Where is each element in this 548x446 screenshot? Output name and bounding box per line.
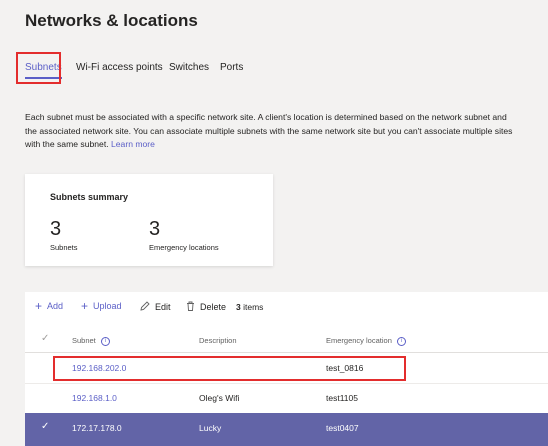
column-header-description[interactable]: Description: [199, 336, 237, 345]
pencil-icon: [140, 301, 150, 312]
column-header-emergency-location[interactable]: Emergency location i: [326, 336, 406, 346]
description-cell: Lucky: [199, 423, 222, 433]
select-all-checkmark-icon[interactable]: ✓: [41, 333, 49, 344]
emergency-locations-label: Emergency locations: [149, 243, 219, 252]
table-row[interactable]: 192.168.1.0 Oleg's Wifi test1105: [25, 383, 548, 414]
upload-label: Upload: [93, 301, 122, 311]
delete-button[interactable]: Delete: [186, 301, 226, 312]
subnets-stat: 3 Subnets: [50, 218, 78, 252]
items-count: 3 items: [236, 302, 263, 312]
description-text: Each subnet must be associated with a sp…: [25, 112, 513, 149]
table-header: ✓ Subnet i Description Emergency location…: [25, 324, 548, 353]
subnets-description: Each subnet must be associated with a sp…: [25, 111, 520, 152]
learn-more-link[interactable]: Learn more: [111, 139, 155, 149]
highlight-box-tab: [16, 52, 61, 84]
table-toolbar: + Add + Upload Edit Delete 3 items: [25, 292, 548, 324]
tab-wifi-access-points[interactable]: Wi-Fi access points: [76, 62, 163, 73]
edit-button[interactable]: Edit: [140, 301, 171, 312]
column-header-subnet[interactable]: Subnet i: [72, 336, 110, 346]
delete-label: Delete: [200, 301, 227, 312]
page-title: Networks & locations: [25, 11, 198, 30]
items-count-suffix: items: [243, 302, 264, 312]
info-icon[interactable]: i: [396, 336, 406, 346]
info-icon[interactable]: i: [100, 336, 110, 346]
trash-icon: [186, 301, 195, 312]
summary-title: Subnets summary: [50, 192, 129, 202]
tab-ports[interactable]: Ports: [220, 62, 243, 73]
add-button[interactable]: + Add: [35, 299, 64, 313]
column-header-emergency-location-label: Emergency location: [326, 336, 392, 345]
plus-icon: +: [81, 299, 89, 313]
emergency-locations-count: 3: [149, 218, 161, 240]
subnet-cell[interactable]: 172.17.178.0: [72, 423, 122, 433]
subnets-count: 3: [50, 218, 62, 240]
subnet-cell[interactable]: 192.168.1.0: [72, 393, 117, 403]
highlight-box-row: [53, 356, 406, 381]
items-count-number: 3: [236, 302, 241, 312]
tab-switches[interactable]: Switches: [169, 62, 209, 73]
subnets-label: Subnets: [50, 243, 78, 252]
subnets-summary-card: Subnets summary 3 Subnets 3 Emergency lo…: [25, 174, 273, 266]
add-label: Add: [47, 301, 64, 311]
emergency-location-cell: test0407: [326, 423, 359, 433]
edit-label: Edit: [155, 301, 171, 312]
upload-button[interactable]: + Upload: [81, 299, 122, 313]
column-header-subnet-label: Subnet: [72, 336, 96, 345]
emergency-locations-stat: 3 Emergency locations: [149, 218, 219, 252]
plus-icon: +: [35, 299, 43, 313]
row-checkmark-icon[interactable]: ✓: [41, 421, 49, 432]
table-row-selected[interactable]: ✓ 172.17.178.0 Lucky test0407: [25, 413, 548, 446]
description-cell: Oleg's Wifi: [199, 393, 240, 403]
emergency-location-cell: test1105: [326, 393, 358, 403]
